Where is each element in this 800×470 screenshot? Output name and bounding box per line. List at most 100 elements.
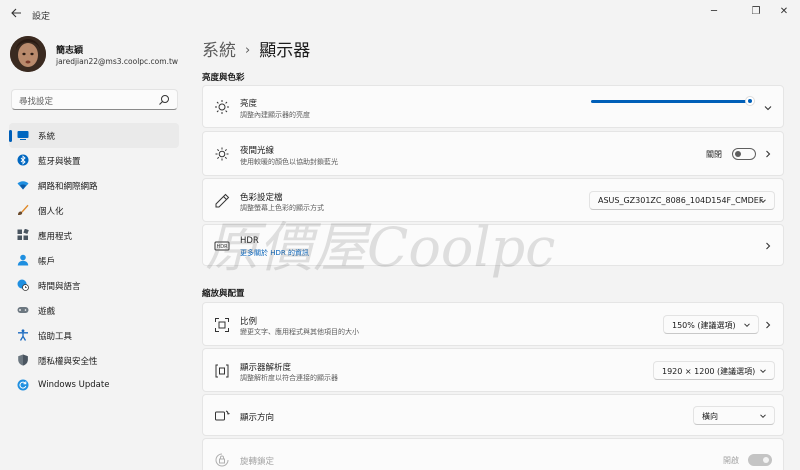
- close-button[interactable]: ✕: [770, 4, 798, 20]
- back-arrow-icon: [11, 8, 21, 18]
- gamepad-icon: [17, 304, 29, 316]
- back-button[interactable]: [8, 7, 24, 23]
- sidebar-item-bluetooth[interactable]: 藍牙與裝置: [9, 148, 179, 173]
- title-bar: 設定 ─ ❐ ✕: [0, 0, 800, 30]
- brightness-slider[interactable]: [591, 96, 755, 106]
- sidebar-item-label: 帳戶: [38, 257, 56, 267]
- hdr-title: HDR: [240, 236, 259, 246]
- search-box[interactable]: 尋找設定: [11, 89, 178, 110]
- rotation-lock-state: 開啟: [723, 456, 739, 465]
- sidebar-item-privacy[interactable]: 隱私權與安全性: [9, 348, 179, 373]
- hdr-card[interactable]: HDR HDR 更多關於 HDR 的資訊: [202, 224, 784, 266]
- sidebar-item-label: 應用程式: [38, 232, 73, 242]
- chevron-down-icon: [759, 367, 767, 375]
- sidebar-item-system[interactable]: 系統: [9, 123, 179, 148]
- brightness-slider-track: [591, 100, 750, 103]
- breadcrumb-parent[interactable]: 系統: [202, 41, 236, 61]
- page-title: 顯示器: [259, 41, 311, 61]
- user-email: jaredjian22@ms3.coolpc.com.tw: [56, 57, 179, 66]
- scale-value: 150% (建議選項): [672, 321, 736, 330]
- apps-icon: [17, 229, 29, 241]
- color-profile-value: ASUS_GZ301ZC_8086_104D154F_CMDEF: [598, 196, 764, 205]
- sidebar-item-label: 個人化: [38, 207, 64, 217]
- search-input[interactable]: 尋找設定: [19, 95, 53, 107]
- sidebar-item-label: 時間與語言: [38, 282, 81, 292]
- network-icon: [17, 179, 29, 191]
- chevron-down-icon[interactable]: [763, 103, 773, 113]
- brightness-title: 亮度: [240, 99, 258, 109]
- system-icon: [17, 129, 29, 141]
- rotation-lock-card: 旋轉鎖定 開啟: [202, 438, 784, 470]
- rotation-lock-toggle[interactable]: [748, 454, 772, 466]
- night-light-card[interactable]: 夜間光線 使用較暖的顏色以協助封鎖藍光 關閉: [202, 131, 784, 176]
- night-light-title: 夜間光線: [240, 146, 275, 156]
- night-light-toggle[interactable]: [732, 148, 756, 160]
- chevron-down-icon: [759, 412, 767, 420]
- breadcrumb: 系統 › 顯示器: [202, 36, 310, 61]
- resolution-value: 1920 × 1200 (建議選項): [662, 367, 756, 376]
- svg-text:HDR: HDR: [216, 244, 228, 250]
- scale-title: 比例: [240, 317, 258, 327]
- scale-dropdown[interactable]: 150% (建議選項): [663, 315, 759, 334]
- sidebar-item-label: 協助工具: [38, 332, 73, 342]
- sidebar-item-label: Windows Update: [38, 380, 110, 390]
- clock-globe-icon: [17, 279, 29, 291]
- sidebar-item-label: 網路和網際網路: [38, 182, 98, 192]
- chevron-down-icon: [759, 197, 767, 205]
- night-light-subtitle: 使用較暖的顏色以協助封鎖藍光: [240, 158, 338, 166]
- rotation-lock-title: 旋轉鎖定: [240, 457, 275, 467]
- orientation-dropdown[interactable]: 橫向: [693, 406, 775, 425]
- color-profile-dropdown[interactable]: ASUS_GZ301ZC_8086_104D154F_CMDEF: [589, 191, 775, 210]
- scale-icon: [214, 317, 230, 333]
- search-icon[interactable]: [158, 94, 170, 106]
- minimize-button[interactable]: ─: [700, 4, 728, 20]
- sidebar-item-accounts[interactable]: 帳戶: [9, 248, 179, 273]
- sidebar-item-gaming[interactable]: 遊戲: [9, 298, 179, 323]
- orientation-icon: [214, 408, 230, 424]
- brightness-card[interactable]: 亮度 調整內建顯示器的亮度: [202, 85, 784, 128]
- user-name: 簡志穎: [56, 46, 84, 56]
- chevron-down-icon: [743, 321, 751, 329]
- sidebar-item-apps[interactable]: 應用程式: [9, 223, 179, 248]
- user-profile[interactable]: 簡志穎 jaredjian22@ms3.coolpc.com.tw: [10, 36, 190, 76]
- sidebar-item-label: 隱私權與安全性: [38, 357, 98, 367]
- eyedropper-icon: [214, 193, 230, 209]
- night-light-state: 關閉: [706, 150, 722, 159]
- scale-subtitle: 變更文字、應用程式與其他項目的大小: [240, 328, 359, 336]
- sidebar-item-label: 遊戲: [38, 307, 56, 317]
- sidebar-item-network[interactable]: 網路和網際網路: [9, 173, 179, 198]
- section-title-scale-layout: 縮放與配置: [202, 289, 245, 299]
- sidebar-item-time-language[interactable]: 時間與語言: [9, 273, 179, 298]
- sun-icon: [214, 99, 230, 115]
- chevron-right-icon[interactable]: [763, 241, 773, 251]
- sidebar-nav: 系統 藍牙與裝置 網路和網際網路 個人化 應用程式 帳戶 時間與語言 遊戲 協助…: [9, 123, 179, 398]
- maximize-button[interactable]: ❐: [742, 4, 770, 20]
- hdr-icon: HDR: [214, 238, 230, 254]
- bluetooth-icon: [17, 154, 29, 166]
- orientation-title: 顯示方向: [240, 413, 275, 423]
- color-profile-card: 色彩設定檔 調整螢幕上色彩的顯示方式 ASUS_GZ301ZC_8086_104…: [202, 178, 784, 222]
- section-title-brightness-color: 亮度與色彩: [202, 73, 245, 83]
- breadcrumb-separator: ›: [245, 43, 251, 58]
- avatar[interactable]: [10, 36, 46, 72]
- account-icon: [17, 254, 29, 266]
- color-profile-title: 色彩設定檔: [240, 193, 283, 203]
- chevron-right-icon[interactable]: [763, 320, 773, 330]
- sidebar-item-accessibility[interactable]: 協助工具: [9, 323, 179, 348]
- sidebar-item-personalization[interactable]: 個人化: [9, 198, 179, 223]
- brightness-slider-thumb[interactable]: [745, 96, 755, 106]
- brightness-subtitle: 調整內建顯示器的亮度: [240, 111, 310, 119]
- app-title: 設定: [32, 12, 51, 22]
- sidebar-item-label: 藍牙與裝置: [38, 157, 81, 167]
- resolution-dropdown[interactable]: 1920 × 1200 (建議選項): [653, 361, 775, 380]
- sidebar-item-windows-update[interactable]: Windows Update: [9, 373, 179, 398]
- orientation-card: 顯示方向 橫向: [202, 394, 784, 436]
- resolution-title: 顯示器解析度: [240, 363, 292, 373]
- update-icon: [17, 379, 29, 391]
- accessibility-icon: [17, 329, 29, 341]
- scale-card[interactable]: 比例 變更文字、應用程式與其他項目的大小 150% (建議選項): [202, 302, 784, 346]
- hdr-info-link[interactable]: 更多關於 HDR 的資訊: [240, 248, 309, 258]
- sidebar-item-label: 系統: [38, 132, 56, 142]
- chevron-right-icon[interactable]: [763, 149, 773, 159]
- rotation-lock-icon: [214, 452, 230, 468]
